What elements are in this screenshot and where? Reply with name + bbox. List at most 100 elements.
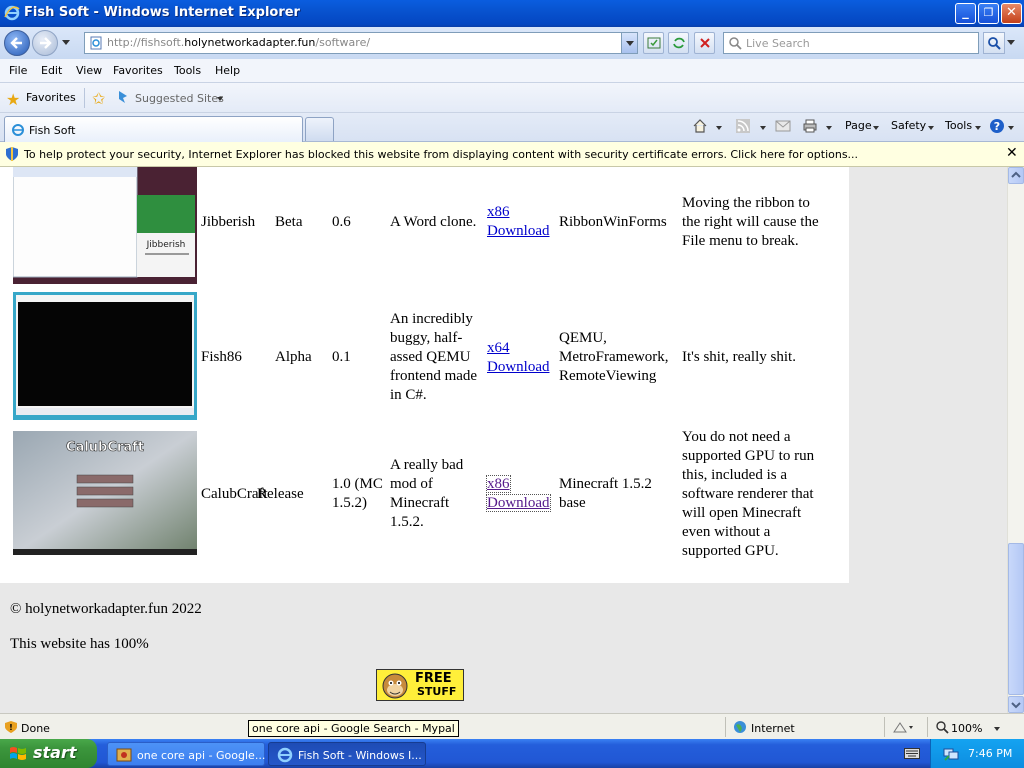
feeds-icon[interactable] (735, 118, 751, 134)
window-title: Fish Soft - Windows Internet Explorer (24, 5, 300, 20)
status-divider (927, 717, 928, 737)
search-go-button[interactable] (983, 32, 1005, 54)
new-tab-button[interactable] (305, 117, 334, 141)
add-to-favorites-bar-icon[interactable]: ✩ (92, 89, 105, 108)
search-options-dropdown-icon[interactable] (1007, 40, 1015, 45)
free-stuff-badge[interactable]: FREE STUFF (376, 669, 464, 701)
scroll-down-arrow-icon (1011, 702, 1021, 709)
stop-button[interactable] (694, 32, 715, 54)
menu-help[interactable]: Help (215, 64, 240, 77)
tools-menu-button[interactable]: Tools (945, 119, 972, 132)
scroll-up-button[interactable] (1008, 167, 1024, 184)
help-dropdown-icon[interactable] (1008, 126, 1014, 130)
page-menu-button[interactable]: Page (845, 119, 872, 132)
software-description: An incredibly buggy, half-assed QEMU fro… (390, 311, 478, 403)
magnifier-icon (988, 37, 1001, 50)
software-name: Jibberish (201, 214, 256, 230)
read-mail-icon[interactable] (775, 118, 791, 134)
tab-bar: Fish Soft Page Safety Tools ? (0, 113, 1024, 142)
zoom-dropdown-icon[interactable] (994, 727, 1000, 731)
close-button[interactable]: ✕ (1001, 3, 1022, 24)
download-cell: x64 Download (487, 339, 555, 377)
download-link[interactable]: Download (487, 223, 550, 239)
download-arch-link[interactable]: x86 (486, 475, 511, 493)
software-notes: You do not need a supported GPU to run t… (682, 429, 815, 559)
favorites-star-icon[interactable]: ★ (6, 90, 20, 109)
internet-zone-globe-icon (734, 721, 746, 733)
mypal-browser-icon (116, 748, 132, 762)
zoom-level[interactable]: 100% (951, 722, 982, 735)
taskbar-item-google-search[interactable]: one core api - Google... (107, 742, 265, 766)
url-path: /software/ (315, 36, 371, 49)
badge-line-2: STUFF (417, 685, 457, 698)
recent-pages-dropdown-icon[interactable] (62, 40, 70, 45)
software-description: A really bad mod of Minecraft 1.5.2. (390, 457, 464, 530)
software-version: 0.1 (332, 349, 351, 365)
download-arch-link[interactable]: x86 (487, 204, 510, 220)
title-bar[interactable]: Fish Soft - Windows Internet Explorer _ … (0, 0, 1024, 27)
page-dropdown-icon[interactable] (873, 126, 879, 130)
menu-favorites[interactable]: Favorites (113, 64, 163, 77)
help-icon[interactable]: ? (989, 118, 1005, 134)
suggested-sites-button[interactable]: Suggested Sites (135, 92, 224, 105)
search-box[interactable]: Live Search (723, 32, 979, 54)
tools-dropdown-icon[interactable] (975, 126, 981, 130)
forward-arrow-icon (40, 37, 52, 49)
download-cell: x86 Download (486, 475, 555, 513)
forward-button[interactable] (32, 30, 58, 56)
menu-edit[interactable]: Edit (41, 64, 62, 77)
software-stage: Alpha (275, 349, 312, 365)
home-icon[interactable] (692, 118, 708, 134)
url-text[interactable]: http://fishsoft.holynetworkadapter.fun/s… (107, 36, 370, 49)
svg-text:!: ! (9, 723, 13, 732)
calubcraft-screenshot: CalubCraft (13, 431, 197, 555)
windows-flag-icon (10, 747, 26, 760)
page-icon (90, 36, 102, 50)
stop-icon (699, 38, 710, 48)
keyboard-language-icon[interactable] (904, 748, 920, 759)
tab-fish-soft[interactable]: Fish Soft (4, 116, 303, 142)
navigation-bar: http://fishsoft.holynetworkadapter.fun/s… (0, 27, 1024, 59)
address-dropdown-button[interactable] (621, 33, 637, 53)
address-bar[interactable]: http://fishsoft.holynetworkadapter.fun/s… (84, 32, 638, 54)
favorites-button[interactable]: Favorites (26, 91, 76, 104)
home-dropdown-icon[interactable] (716, 126, 722, 130)
table-row: CalubCraft CalubCraft Release 1.0 (MC 1.… (0, 429, 849, 577)
system-clock[interactable]: 7:46 PM (968, 747, 1012, 760)
download-link[interactable]: Download (487, 359, 550, 375)
menu-tools[interactable]: Tools (174, 64, 201, 77)
infobar-close-button[interactable]: ✕ (1006, 145, 1018, 161)
scroll-thumb[interactable] (1008, 543, 1024, 695)
url-host: holynetworkadapter.fun (184, 36, 316, 49)
menu-file[interactable]: File (9, 64, 27, 77)
protected-mode-icon[interactable] (892, 720, 914, 734)
menu-view[interactable]: View (76, 64, 102, 77)
security-information-bar[interactable]: To help protect your security, Internet … (0, 142, 1024, 167)
start-button[interactable]: start (0, 739, 97, 768)
status-divider (884, 717, 885, 737)
feeds-dropdown-icon[interactable] (760, 126, 766, 130)
download-link[interactable]: Download (486, 494, 551, 512)
download-arch-link[interactable]: x64 (487, 340, 510, 356)
refresh-button[interactable] (668, 32, 689, 54)
badge-line-1: FREE (415, 671, 452, 686)
safety-dropdown-icon[interactable] (928, 126, 934, 130)
network-tray-icon[interactable] (943, 746, 959, 761)
print-dropdown-icon[interactable] (826, 126, 832, 130)
maximize-button[interactable]: ❐ (978, 3, 999, 24)
print-icon[interactable] (802, 118, 818, 134)
minimize-button[interactable]: _ (955, 3, 976, 24)
back-button[interactable] (4, 30, 30, 56)
software-libraries: RibbonWinForms (559, 214, 667, 230)
safety-menu-button[interactable]: Safety (891, 119, 926, 132)
scroll-down-button[interactable] (1008, 696, 1024, 713)
suggested-sites-dropdown-icon[interactable] (217, 97, 223, 101)
vertical-scrollbar[interactable] (1007, 167, 1024, 713)
taskbar-tooltip: one core api - Google Search - Mypal (248, 720, 459, 737)
taskbar-item-fish-soft[interactable]: Fish Soft - Windows I... (268, 742, 426, 766)
security-zone-label[interactable]: Internet (751, 722, 795, 735)
compatibility-view-button[interactable] (643, 32, 664, 54)
favorites-bar: ★ Favorites ✩ Suggested Sites (0, 83, 1024, 113)
download-cell: x86 Download (487, 203, 555, 241)
back-arrow-icon (10, 37, 22, 49)
